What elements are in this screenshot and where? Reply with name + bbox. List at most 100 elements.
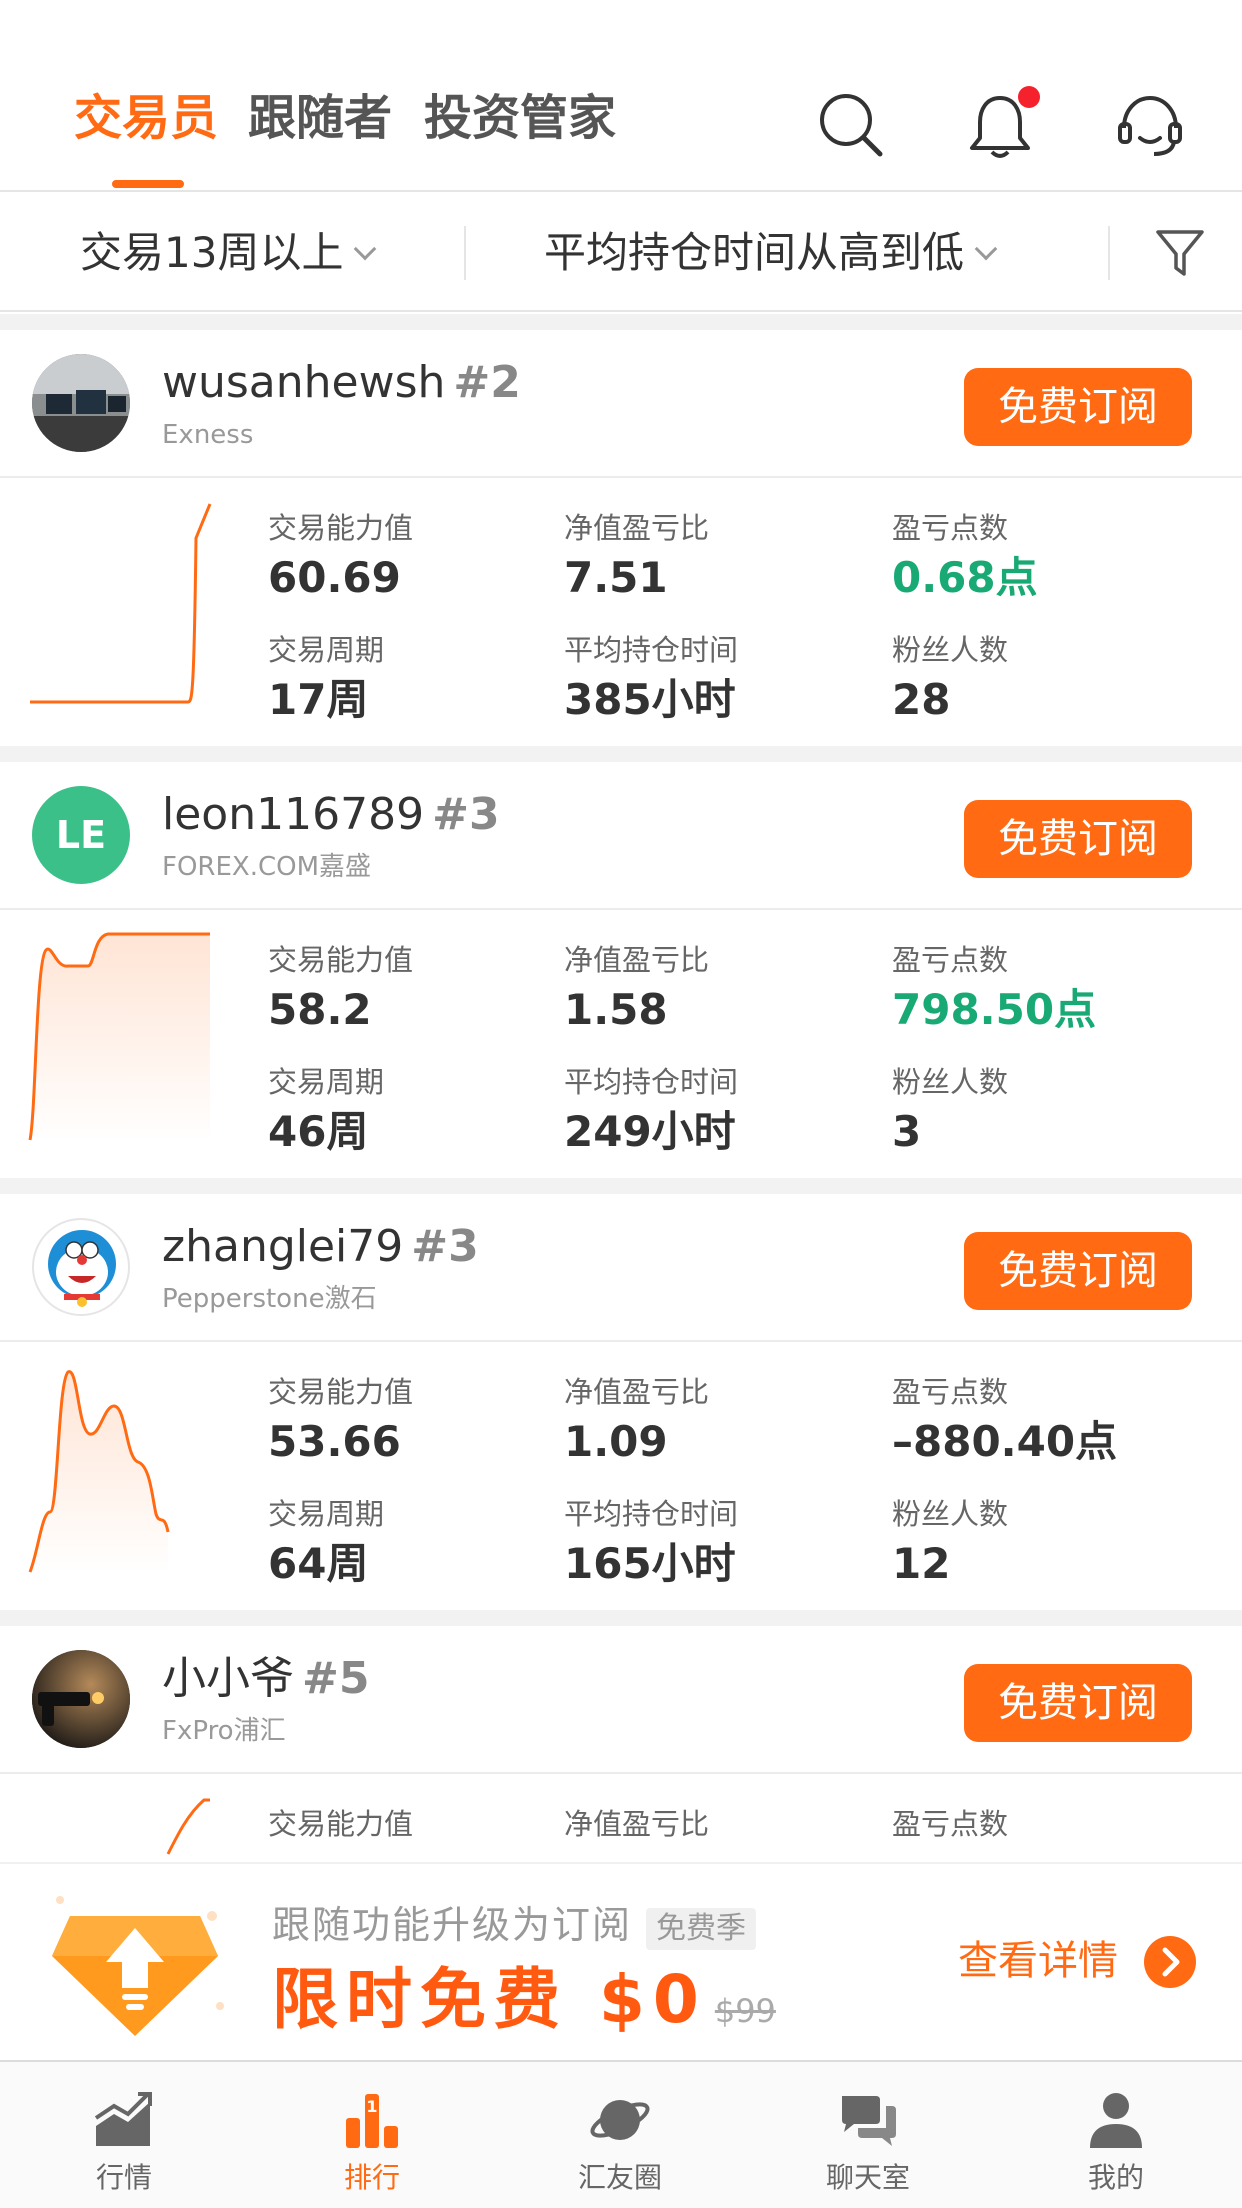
tab-investment-manager[interactable]: 投资管家 xyxy=(424,88,616,148)
points-value: 0.68点 xyxy=(892,553,1038,602)
promo-subtitle-text: 跟随功能升级为订阅 xyxy=(272,1903,633,1947)
ability-value: 60.69 xyxy=(268,553,401,602)
top-header: 交易员 跟随者 投资管家 xyxy=(0,0,1242,192)
ability-label: 交易能力值 xyxy=(268,1375,414,1409)
ratio-value: 1.09 xyxy=(564,1417,668,1466)
chevron-right-icon[interactable] xyxy=(1144,1936,1196,1988)
trader-name[interactable]: 小小爷 #5 xyxy=(162,1652,369,1706)
divider xyxy=(1108,226,1110,280)
market-chart-icon xyxy=(94,2092,152,2146)
ratio-label: 净值盈亏比 xyxy=(564,1807,710,1841)
filter-icon[interactable] xyxy=(1152,224,1208,280)
fans-value: 12 xyxy=(892,1539,951,1588)
nav-label: 我的 xyxy=(1087,2161,1144,2194)
svg-text:1: 1 xyxy=(366,2097,377,2116)
trader-card-header: zhanglei79 #3 Pepperstone激石 免费订阅 xyxy=(0,1194,1242,1342)
sort-dropdown[interactable]: 平均持仓时间从高到低 xyxy=(544,228,998,278)
trader-rank: #2 xyxy=(453,357,521,408)
avg-hold-value: 385小时 xyxy=(564,675,736,724)
nav-label: 聊天室 xyxy=(825,2161,910,2194)
equity-sparkline xyxy=(28,1370,170,1574)
period-label: 交易周期 xyxy=(268,633,385,667)
nav-item-ranking[interactable]: 1 排行 xyxy=(248,2062,496,2208)
equity-sparkline xyxy=(166,1798,210,1855)
subscribe-button[interactable]: 免费订阅 xyxy=(964,1232,1192,1310)
trader-card-header: wusanhewsh #2 Exness 免费订阅 xyxy=(0,330,1242,478)
points-label: 盈亏点数 xyxy=(892,1807,1009,1841)
ability-label: 交易能力值 xyxy=(268,511,414,545)
avg-hold-value: 249小时 xyxy=(564,1107,736,1156)
equity-sparkline xyxy=(30,503,212,704)
trader-card[interactable]: LE leon116789 #3 FOREX.COM嘉盛 免费订阅 交易能力值 5… xyxy=(0,762,1242,1178)
headset-icon[interactable] xyxy=(1114,90,1186,162)
period-value: 46周 xyxy=(268,1107,369,1156)
fans-label: 粉丝人数 xyxy=(892,1497,1009,1531)
ratio-label: 净值盈亏比 xyxy=(564,943,710,977)
bottom-nav: 行情 1 排行 汇友圈 聊天室 我的 xyxy=(0,2060,1242,2208)
nav-label: 汇友圈 xyxy=(577,2161,662,2194)
avg-hold-label: 平均持仓时间 xyxy=(564,633,739,667)
avatar[interactable] xyxy=(32,1650,130,1748)
promo-banner[interactable]: 跟随功能升级为订阅 免费季 限时免费 $0 $99 查看详情 xyxy=(0,1862,1242,2060)
avatar[interactable] xyxy=(32,1218,130,1316)
chevron-down-icon xyxy=(354,237,377,261)
promo-old-price: $99 xyxy=(714,1992,776,2030)
points-label: 盈亏点数 xyxy=(892,943,1009,977)
sort-label: 平均持仓时间从高到低 xyxy=(544,228,965,277)
card-gap xyxy=(0,1610,1242,1626)
trader-username: zhanglei79 xyxy=(162,1221,404,1272)
trader-card[interactable]: zhanglei79 #3 Pepperstone激石 免费订阅 交易能力值 53… xyxy=(0,1194,1242,1610)
trader-name[interactable]: zhanglei79 #3 xyxy=(162,1220,479,1274)
trader-name[interactable]: leon116789 #3 xyxy=(162,788,500,842)
subscribe-button[interactable]: 免费订阅 xyxy=(964,368,1192,446)
profile-icon xyxy=(1090,2093,1142,2148)
broker-name: Pepperstone激石 xyxy=(162,1284,377,1314)
fans-value: 28 xyxy=(892,675,951,724)
ratio-value: 7.51 xyxy=(564,553,668,602)
divider xyxy=(464,226,466,280)
avg-hold-value: 165小时 xyxy=(564,1539,736,1588)
planet-icon xyxy=(590,2100,650,2140)
period-label: 交易周期 xyxy=(268,1065,385,1099)
nav-item-chatroom[interactable]: 聊天室 xyxy=(744,2062,992,2208)
tab-followers[interactable]: 跟随者 xyxy=(248,88,392,148)
card-gap xyxy=(0,1178,1242,1194)
trader-name[interactable]: wusanhewsh #2 xyxy=(162,356,521,410)
period-value: 17周 xyxy=(268,675,369,724)
filter-bar: 交易13周以上 平均持仓时间从高到低 xyxy=(0,194,1242,312)
trader-card-header: LE leon116789 #3 FOREX.COM嘉盛 免费订阅 xyxy=(0,762,1242,910)
search-icon[interactable] xyxy=(816,90,888,162)
points-label: 盈亏点数 xyxy=(892,1375,1009,1409)
broker-name: FOREX.COM嘉盛 xyxy=(162,852,372,882)
nav-item-profile[interactable]: 我的 xyxy=(992,2062,1240,2208)
view-details-link[interactable]: 查看详情 xyxy=(958,1936,1118,1986)
trader-rank: #3 xyxy=(432,789,500,840)
avatar[interactable]: LE xyxy=(32,786,130,884)
period-filter-dropdown[interactable]: 交易13周以上 xyxy=(80,228,377,278)
period-filter-label: 交易13周以上 xyxy=(80,228,344,277)
nav-item-market[interactable]: 行情 xyxy=(0,2062,248,2208)
subscribe-button[interactable]: 免费订阅 xyxy=(964,1664,1192,1742)
ratio-label: 净值盈亏比 xyxy=(564,1375,710,1409)
card-gap xyxy=(0,314,1242,330)
trader-card[interactable]: 小小爷 #5 FxPro浦汇 免费订阅 交易能力值 净值盈亏比 盈亏点数 xyxy=(0,1626,1242,1862)
trader-card-header: 小小爷 #5 FxPro浦汇 免费订阅 xyxy=(0,1626,1242,1774)
nav-item-community[interactable]: 汇友圈 xyxy=(496,2062,744,2208)
card-gap xyxy=(0,746,1242,762)
period-value: 64周 xyxy=(268,1539,369,1588)
trader-username: 小小爷 xyxy=(162,1653,294,1704)
equity-sparkline xyxy=(28,932,210,1142)
promo-badge: 免费季 xyxy=(646,1908,757,1950)
ratio-value: 1.58 xyxy=(564,985,668,1034)
ranking-icon: 1 xyxy=(346,2094,398,2148)
avg-hold-label: 平均持仓时间 xyxy=(564,1065,739,1099)
trader-card[interactable]: wusanhewsh #2 Exness 免费订阅 交易能力值 60.69 净值盈… xyxy=(0,330,1242,746)
promo-title: 限时免费 $0 $99 xyxy=(272,1960,776,2051)
promo-title-text: 限时免费 $0 xyxy=(272,1961,707,2038)
ability-value: 58.2 xyxy=(268,985,372,1034)
tab-traders[interactable]: 交易员 xyxy=(74,88,218,148)
avatar[interactable] xyxy=(32,354,130,452)
nav-label: 排行 xyxy=(343,2161,400,2194)
ratio-label: 净值盈亏比 xyxy=(564,511,710,545)
subscribe-button[interactable]: 免费订阅 xyxy=(964,800,1192,878)
